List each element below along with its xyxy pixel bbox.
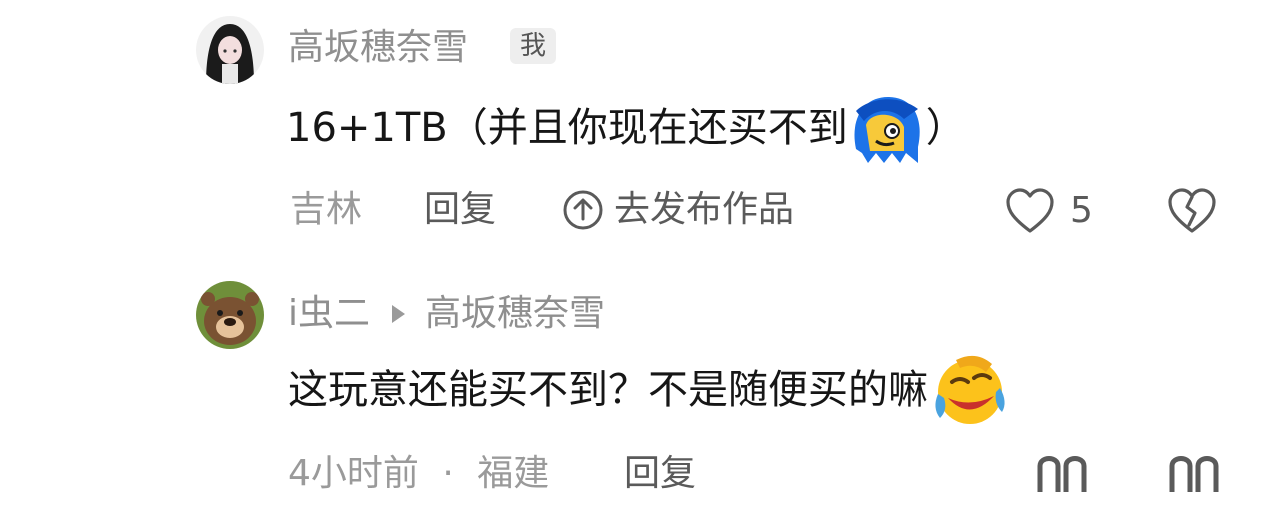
blue-hair-face-emoji-icon (848, 91, 926, 169)
publish-work-label: 去发布作品 (614, 189, 795, 230)
publish-work-button[interactable]: 去发布作品 (562, 189, 794, 231)
reply-button[interactable]: 回复 (624, 456, 696, 492)
dislike-button[interactable] (1168, 452, 1220, 496)
reply-arrow-icon (392, 305, 406, 323)
timestamp: 4小时前 (288, 453, 419, 494)
location-label: 吉林 (290, 189, 363, 230)
comment-text-suffix: ） (925, 105, 966, 151)
broken-heart-icon (1168, 452, 1220, 492)
comment-text-body: 16+1TB（并且你现在还买不到 (286, 105, 848, 151)
username[interactable]: 高坂穗奈雪 (288, 30, 468, 66)
upload-arrow-icon (562, 189, 604, 231)
laughing-crying-emoji-icon (928, 352, 1008, 432)
comment-text-body: 这玩意还能买不到？不是随便买的嘛 (288, 367, 928, 413)
reply-button[interactable]: 回复 (424, 192, 496, 228)
username[interactable]: i虫二 (288, 296, 370, 332)
avatar[interactable] (196, 16, 264, 84)
avatar[interactable] (196, 281, 264, 349)
comment-text: 16+1TB（并且你现在还买不到 ） (286, 97, 966, 163)
like-button[interactable] (1036, 452, 1088, 496)
comment-header: i虫二 高坂穗奈雪 (288, 296, 605, 332)
me-badge: 我 (510, 28, 557, 64)
like-count: 5 (1070, 190, 1093, 231)
comment-text: 这玩意还能买不到？不是随便买的嘛 (288, 355, 1008, 424)
meta-separator: · (442, 453, 454, 494)
location-label: 福建 (477, 453, 550, 494)
dislike-button[interactable] (1166, 187, 1218, 239)
like-button[interactable]: 5 (1004, 187, 1093, 235)
reply-to-username[interactable]: 高坂穗奈雪 (425, 296, 605, 332)
heart-icon (1036, 452, 1088, 492)
comment-meta: 4小时前 · 福建 (288, 456, 549, 492)
broken-heart-icon (1166, 187, 1218, 235)
heart-icon (1004, 187, 1056, 235)
